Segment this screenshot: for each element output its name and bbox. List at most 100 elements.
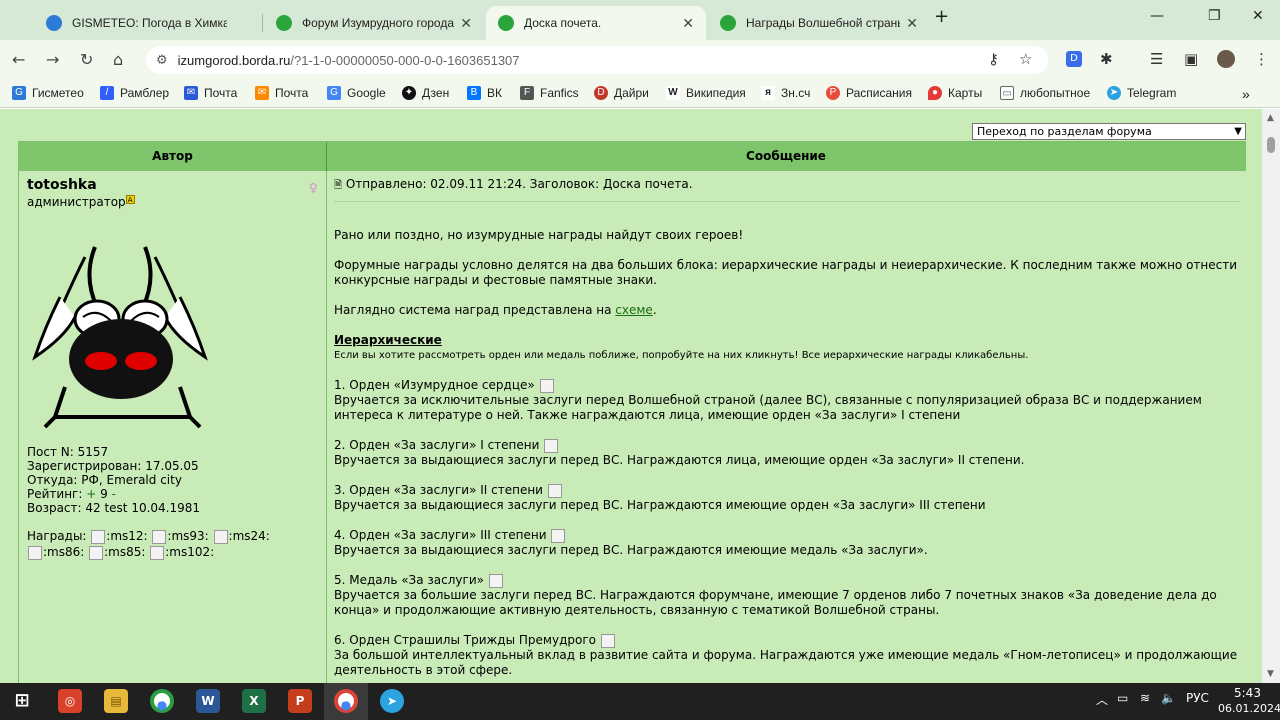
bookmark-dzen[interactable]: ✦ Дзен	[402, 86, 449, 100]
app-icon[interactable]: ◎	[58, 689, 82, 713]
rating-value: 9	[100, 487, 108, 501]
author-stats: Пост N: 5157 Зарегистрирован: 17.05.05 О…	[27, 445, 200, 515]
show-hidden-icons-chevron-icon[interactable]: ︿	[1096, 691, 1108, 708]
award-alt[interactable]: :ms85:	[104, 545, 145, 559]
post-header: 🗎 Отправлено: 02.09.11 21:24. Заголовок:…	[334, 177, 1240, 202]
bookmark-google[interactable]: G Google	[327, 86, 386, 100]
powerpoint-icon[interactable]: P	[288, 689, 312, 713]
bookmark-karty[interactable]: ● Карты	[928, 86, 982, 100]
url-text[interactable]: izumgorod.borda.ru/?1-1-0-00000050-000-0…	[178, 53, 520, 68]
bookmark-label: Fanfics	[540, 86, 579, 100]
award-alt[interactable]: :ms24:	[229, 529, 270, 543]
bookmark-wikipedia[interactable]: W Википедия	[666, 86, 746, 100]
tab-forum[interactable]: Форум Изумрудного города ✕	[264, 6, 484, 40]
profile-avatar-icon[interactable]	[1217, 50, 1235, 68]
forward-arrow-icon[interactable]: →	[46, 50, 59, 69]
close-tab-icon[interactable]: ✕	[460, 15, 472, 32]
language-indicator[interactable]: РУС	[1186, 691, 1209, 705]
key-icon[interactable]: ⚷	[988, 50, 999, 68]
tab-title: Форум Изумрудного города	[302, 16, 455, 30]
clock-time[interactable]: 5:43	[1234, 686, 1261, 700]
award-alt[interactable]: :ms12:	[106, 529, 147, 543]
bookmark-vk[interactable]: B ВК	[467, 86, 502, 100]
tab-title: Награды Волшебной страны -	[746, 16, 901, 30]
tab-gismeteo[interactable]: GISMETEO: Погода в Химках н	[34, 6, 256, 40]
award-alt[interactable]: :ms93:	[167, 529, 208, 543]
chrome-active-icon[interactable]: ●	[334, 689, 358, 713]
clock-date[interactable]: 06.01.2024	[1218, 702, 1280, 715]
windows-start-icon[interactable]: ⊞	[10, 689, 34, 713]
mail-icon: ✉	[255, 86, 269, 100]
close-tab-icon[interactable]: ✕	[906, 15, 918, 32]
address-bar[interactable]: ⚙ izumgorod.borda.ru/?1-1-0-00000050-000…	[146, 46, 1048, 74]
volume-icon[interactable]: 🔈	[1161, 691, 1176, 705]
extensions-puzzle-icon[interactable]: ✱	[1100, 50, 1113, 68]
telegram-taskbar-icon[interactable]: ➤	[380, 689, 404, 713]
author-name[interactable]: totoshka	[27, 177, 318, 193]
battery-icon[interactable]: ▭	[1117, 691, 1128, 705]
award-title: 6. Орден Страшилы Трижды Премудрого	[334, 633, 596, 647]
wifi-icon[interactable]: ≋	[1140, 691, 1150, 705]
paragraph-text: Наглядно система наград представлена на	[334, 303, 612, 317]
award-desc: Вручается за выдающиеся заслуги перед ВС…	[334, 543, 928, 557]
medal-image-icon[interactable]	[488, 573, 503, 588]
file-explorer-icon[interactable]: ▤	[104, 689, 128, 713]
bookmark-raspisaniya[interactable]: Р Расписания	[826, 86, 912, 100]
column-header-message: Сообщение	[327, 142, 1245, 171]
bookmark-telegram[interactable]: ➤ Telegram	[1107, 86, 1176, 100]
media-queue-icon[interactable]: ☰	[1150, 50, 1163, 68]
vertical-scrollbar[interactable]: ▲ ▼	[1262, 109, 1280, 683]
forum-favicon-icon	[276, 15, 292, 31]
tab-title: Доска почета.	[524, 16, 602, 30]
tab-nagrady[interactable]: Награды Волшебной страны - ✕	[708, 6, 930, 40]
bookmark-rambler[interactable]: / Рамблер	[100, 86, 169, 100]
bookmark-pochta-1[interactable]: ✉ Почта	[184, 86, 237, 100]
broken-image-icon	[28, 545, 42, 560]
reload-icon[interactable]: ↻	[80, 50, 93, 69]
restore-icon[interactable]: ❐	[1208, 8, 1221, 24]
side-panel-icon[interactable]: ▣	[1184, 50, 1198, 68]
order-image-icon[interactable]	[547, 483, 562, 498]
bookmark-star-icon[interactable]: ☆	[1019, 50, 1032, 68]
award-alt[interactable]: :ms102:	[165, 545, 214, 559]
bookmark-znsch[interactable]: я Зн.сч	[761, 86, 810, 100]
minimize-icon[interactable]: —	[1150, 8, 1164, 24]
home-icon[interactable]: ⌂	[113, 50, 123, 69]
menu-kebab-icon[interactable]: ⋮	[1254, 50, 1269, 68]
bookmark-folder-lyubopytnoe[interactable]: ▭ любопытное	[1000, 86, 1090, 100]
order-image-icon[interactable]	[600, 633, 615, 648]
scheme-link[interactable]: схеме	[615, 303, 653, 317]
tab-active-doska[interactable]: Доска почета. ✕	[486, 6, 706, 40]
bookmark-dairi[interactable]: D Дайри	[594, 86, 649, 100]
bookmark-fanfics[interactable]: F Fanfics	[520, 86, 579, 100]
bookmark-label: Google	[347, 86, 386, 100]
chrome-icon[interactable]: ●	[150, 689, 174, 713]
bookmark-gismeteo[interactable]: G Гисметео	[12, 86, 84, 100]
map-pin-icon: ●	[928, 86, 942, 100]
site-info-icon[interactable]: ⚙	[156, 53, 168, 68]
scrollbar-thumb[interactable]	[1267, 137, 1275, 153]
forum-sections-select[interactable]: Переход по разделам форума ▼	[972, 123, 1246, 140]
bookmark-pochta-2[interactable]: ✉ Почта	[255, 86, 308, 100]
post-paragraph: Наглядно система наград представлена на …	[334, 303, 657, 317]
order-image-icon[interactable]	[551, 528, 566, 543]
close-window-icon[interactable]: ✕	[1252, 8, 1264, 24]
award-alt[interactable]: :ms86:	[43, 545, 84, 559]
rating-minus-button[interactable]: -	[112, 487, 116, 501]
award-item: 5. Медаль «За заслуги» Вручается за боль…	[334, 573, 1240, 618]
section-heading: Иерархические	[334, 333, 442, 347]
extension-d-icon[interactable]: D	[1066, 51, 1082, 67]
scroll-down-arrow-icon[interactable]: ▼	[1267, 669, 1274, 679]
avatar	[32, 246, 208, 429]
excel-icon[interactable]: X	[242, 689, 266, 713]
order-image-icon[interactable]	[539, 378, 554, 393]
new-tab-plus-icon[interactable]: +	[934, 6, 949, 27]
more-bookmarks-chevron-icon[interactable]: »	[1242, 86, 1250, 102]
back-arrow-icon[interactable]: ←	[12, 50, 25, 69]
word-icon[interactable]: W	[196, 689, 220, 713]
award-title: 2. Орден «За заслуги» I степени	[334, 438, 540, 452]
scroll-up-arrow-icon[interactable]: ▲	[1267, 113, 1274, 123]
rating-plus-button[interactable]: +	[86, 487, 96, 501]
close-tab-icon[interactable]: ✕	[682, 15, 694, 32]
order-image-icon[interactable]	[544, 438, 559, 453]
